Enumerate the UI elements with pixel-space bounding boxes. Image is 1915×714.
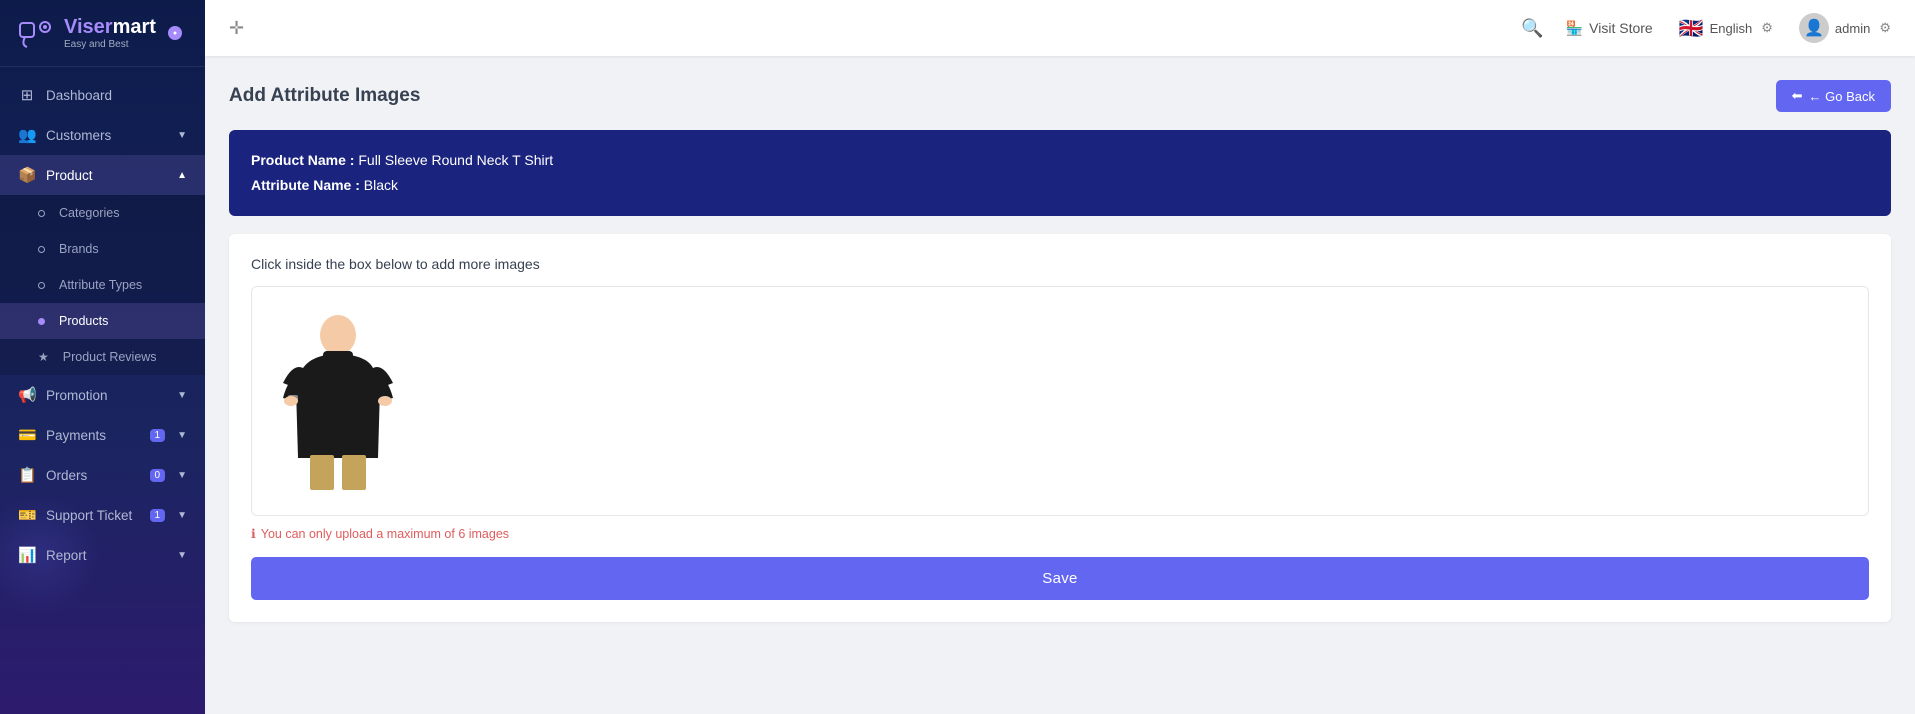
go-back-label: ← Go Back [1809, 89, 1875, 104]
report-icon: 📊 [18, 546, 36, 564]
payments-icon: 💳 [18, 426, 36, 444]
sidebar-label-categories: Categories [59, 206, 187, 220]
sidebar-item-attribute-types[interactable]: Attribute Types [0, 267, 205, 303]
products-dot-icon [38, 318, 45, 325]
support-ticket-icon: 🎫 [18, 506, 36, 524]
sidebar-item-customers[interactable]: 👥 Customers ▼ [0, 115, 205, 155]
sidebar-label-attribute-types: Attribute Types [59, 278, 187, 292]
categories-dot-icon [38, 210, 45, 217]
app-name: Visermart [64, 17, 156, 37]
sidebar-label-report: Report [46, 548, 167, 563]
report-chevron-icon: ▼ [177, 550, 187, 561]
upload-hint: ℹ You can only upload a maximum of 6 ima… [251, 526, 1869, 541]
grid-icon[interactable]: ✛ [229, 18, 244, 39]
attribute-types-dot-icon [38, 282, 45, 289]
product-image [268, 303, 408, 493]
page-content: Add Attribute Images ⬅ ← Go Back Product… [205, 56, 1915, 714]
language-selector[interactable]: 🇬🇧 English ⚙ [1679, 16, 1773, 41]
sidebar-label-dashboard: Dashboard [46, 88, 187, 103]
sidebar-item-product-reviews[interactable]: ★ Product Reviews [0, 339, 205, 375]
sidebar-item-orders[interactable]: 📋 Orders 0 ▼ [0, 455, 205, 495]
payments-chevron-icon: ▼ [177, 430, 187, 441]
sidebar-label-orders: Orders [46, 468, 140, 483]
go-back-arrow-icon: ⬅ [1792, 88, 1803, 104]
save-button[interactable]: Save [251, 557, 1869, 600]
sidebar-label-payments: Payments [46, 428, 140, 443]
product-info-card: Product Name : Full Sleeve Round Neck T … [229, 130, 1891, 216]
app-name-end: mart [113, 16, 156, 38]
user-settings-icon: ⚙ [1879, 20, 1891, 36]
product-submenu: Categories Brands Attribute Types Produc… [0, 195, 205, 375]
language-settings-icon: ⚙ [1761, 20, 1773, 36]
topbar: ✛ 🔍 🏪 Visit Store 🇬🇧 English ⚙ 👤 admin ⚙ [205, 0, 1915, 56]
dashboard-icon: ⊞ [18, 86, 36, 104]
sidebar-item-product[interactable]: 📦 Product ▲ [0, 155, 205, 195]
orders-chevron-icon: ▼ [177, 470, 187, 481]
flag-icon: 🇬🇧 [1679, 16, 1704, 41]
logo-icon [16, 14, 54, 52]
sidebar-label-product: Product [46, 168, 167, 183]
avatar: 👤 [1799, 13, 1829, 43]
customers-chevron-icon: ▼ [177, 130, 187, 141]
sidebar-navigation: ⊞ Dashboard 👥 Customers ▼ 📦 Product ▲ Ca… [0, 67, 205, 714]
upload-instruction: Click inside the box below to add more i… [251, 256, 1869, 272]
support-ticket-badge: 1 [150, 509, 166, 522]
payments-badge: 1 [150, 429, 166, 442]
language-label: English [1710, 21, 1753, 36]
attribute-name-value: Black [364, 177, 398, 193]
promotion-icon: 📢 [18, 386, 36, 404]
product-name-value: Full Sleeve Round Neck T Shirt [358, 152, 553, 168]
user-menu[interactable]: 👤 admin ⚙ [1799, 13, 1891, 43]
brands-dot-icon [38, 246, 45, 253]
support-ticket-chevron-icon: ▼ [177, 510, 187, 521]
sidebar-item-payments[interactable]: 💳 Payments 1 ▼ [0, 415, 205, 455]
visit-store-label: Visit Store [1589, 20, 1653, 36]
sidebar-item-brands[interactable]: Brands [0, 231, 205, 267]
sidebar-item-dashboard[interactable]: ⊞ Dashboard [0, 75, 205, 115]
product-name-label: Product Name : [251, 152, 358, 168]
customers-icon: 👥 [18, 126, 36, 144]
app-name-start: Viser [64, 16, 113, 38]
sidebar-label-products: Products [59, 314, 187, 328]
product-icon: 📦 [18, 166, 36, 184]
upload-box[interactable] [251, 286, 1869, 516]
sidebar-item-report[interactable]: 📊 Report ▼ [0, 535, 205, 575]
app-tagline: Easy and Best [64, 39, 156, 50]
info-circle-icon: ℹ [251, 526, 256, 541]
attribute-name-label: Attribute Name : [251, 177, 364, 193]
product-reviews-star-icon: ★ [38, 350, 49, 364]
product-chevron-icon: ▲ [177, 170, 187, 181]
sidebar-label-promotion: Promotion [46, 388, 167, 403]
user-label: admin [1835, 21, 1870, 36]
sidebar-item-support-ticket[interactable]: 🎫 Support Ticket 1 ▼ [0, 495, 205, 535]
sidebar-label-customers: Customers [46, 128, 167, 143]
main-area: ✛ 🔍 🏪 Visit Store 🇬🇧 English ⚙ 👤 admin ⚙… [205, 0, 1915, 714]
orders-badge: 0 [150, 469, 166, 482]
page-title: Add Attribute Images [229, 85, 420, 107]
product-name-line: Product Name : Full Sleeve Round Neck T … [251, 148, 1869, 173]
orders-icon: 📋 [18, 466, 36, 484]
page-header: Add Attribute Images ⬅ ← Go Back [229, 80, 1891, 112]
sidebar-item-products[interactable]: Products [0, 303, 205, 339]
sidebar-label-product-reviews: Product Reviews [63, 350, 187, 364]
sidebar-item-categories[interactable]: Categories [0, 195, 205, 231]
upload-section: Click inside the box below to add more i… [229, 234, 1891, 622]
sidebar: Visermart Easy and Best ● ⊞ Dashboard 👥 … [0, 0, 205, 714]
sidebar-label-brands: Brands [59, 242, 187, 256]
sidebar-item-promotion[interactable]: 📢 Promotion ▼ [0, 375, 205, 415]
sidebar-label-support-ticket: Support Ticket [46, 508, 140, 523]
sidebar-logo: Visermart Easy and Best ● [0, 0, 205, 67]
go-back-button[interactable]: ⬅ ← Go Back [1776, 80, 1891, 112]
attribute-name-line: Attribute Name : Black [251, 173, 1869, 198]
promotion-chevron-icon: ▼ [177, 390, 187, 401]
upload-hint-text: You can only upload a maximum of 6 image… [261, 527, 509, 541]
logo-badge: ● [168, 26, 182, 40]
visit-store-button[interactable]: 🏪 Visit Store [1566, 20, 1653, 37]
store-link-icon: 🏪 [1566, 20, 1583, 37]
search-icon[interactable]: 🔍 [1521, 18, 1543, 39]
